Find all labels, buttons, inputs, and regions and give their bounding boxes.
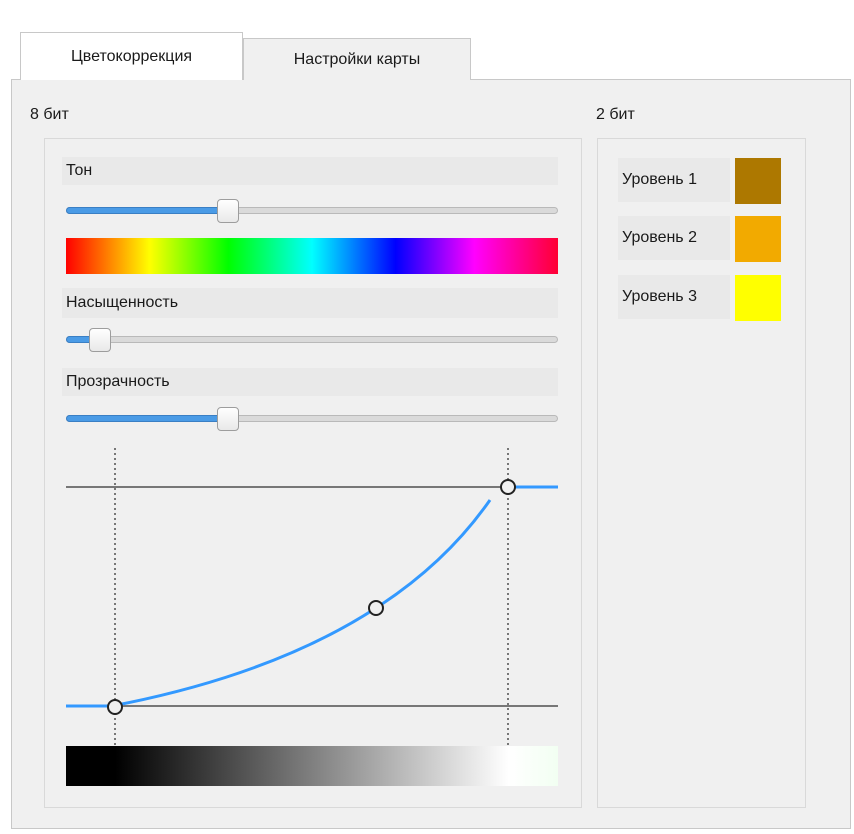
curve-low-handle[interactable] — [107, 699, 123, 715]
saturation-slider-track — [66, 336, 558, 343]
level-1-label-text: Уровень 1 — [622, 171, 697, 188]
level-3-color-swatch[interactable] — [735, 275, 781, 321]
saturation-slider[interactable] — [66, 328, 558, 352]
hue-slider-thumb[interactable] — [217, 199, 240, 223]
tab-map-settings-label: Настройки карты — [293, 50, 421, 68]
level-3-label-text: Уровень 3 — [622, 288, 697, 305]
transparency-slider-thumb[interactable] — [217, 407, 240, 431]
saturation-slider-thumb[interactable] — [89, 328, 112, 352]
group-2bit-title: 2 бит — [596, 106, 635, 123]
transparency-slider-fill — [66, 415, 229, 422]
curve-mid-handle[interactable] — [368, 600, 384, 616]
transparency-label-text: Прозрачность — [66, 373, 170, 390]
hue-label: Тон — [62, 157, 558, 185]
hue-slider-fill — [66, 207, 229, 214]
group-8bit-title: 8 бит — [30, 106, 69, 123]
curve-high-handle[interactable] — [500, 479, 516, 495]
saturation-label-text: Насыщенность — [66, 294, 179, 311]
tab-color-correction[interactable]: Цветокоррекция — [20, 32, 243, 80]
saturation-label: Насыщенность — [62, 288, 558, 318]
transparency-label: Прозрачность — [62, 368, 558, 396]
level-1-color-swatch[interactable] — [735, 158, 781, 204]
level-row-1: Уровень 1 — [618, 158, 783, 204]
tone-curve — [121, 499, 492, 706]
level-2-label-text: Уровень 2 — [622, 229, 697, 246]
transparency-slider[interactable] — [66, 407, 558, 431]
hue-label-text: Тон — [66, 162, 93, 179]
tone-curve-editor[interactable] — [66, 448, 558, 746]
level-3-label: Уровень 3 — [618, 275, 730, 319]
tab-color-correction-label: Цветокоррекция — [70, 47, 193, 65]
level-1-label: Уровень 1 — [618, 158, 730, 202]
tone-curve-svg — [66, 448, 558, 746]
level-2-color-swatch[interactable] — [735, 216, 781, 262]
level-row-2: Уровень 2 — [618, 216, 783, 262]
tab-map-settings[interactable]: Настройки карты — [243, 38, 471, 80]
level-2-label: Уровень 2 — [618, 216, 730, 260]
hue-slider[interactable] — [66, 199, 558, 223]
level-row-3: Уровень 3 — [618, 275, 783, 321]
grayscale-gradient-bar — [66, 746, 558, 786]
hue-spectrum-bar — [66, 238, 558, 274]
